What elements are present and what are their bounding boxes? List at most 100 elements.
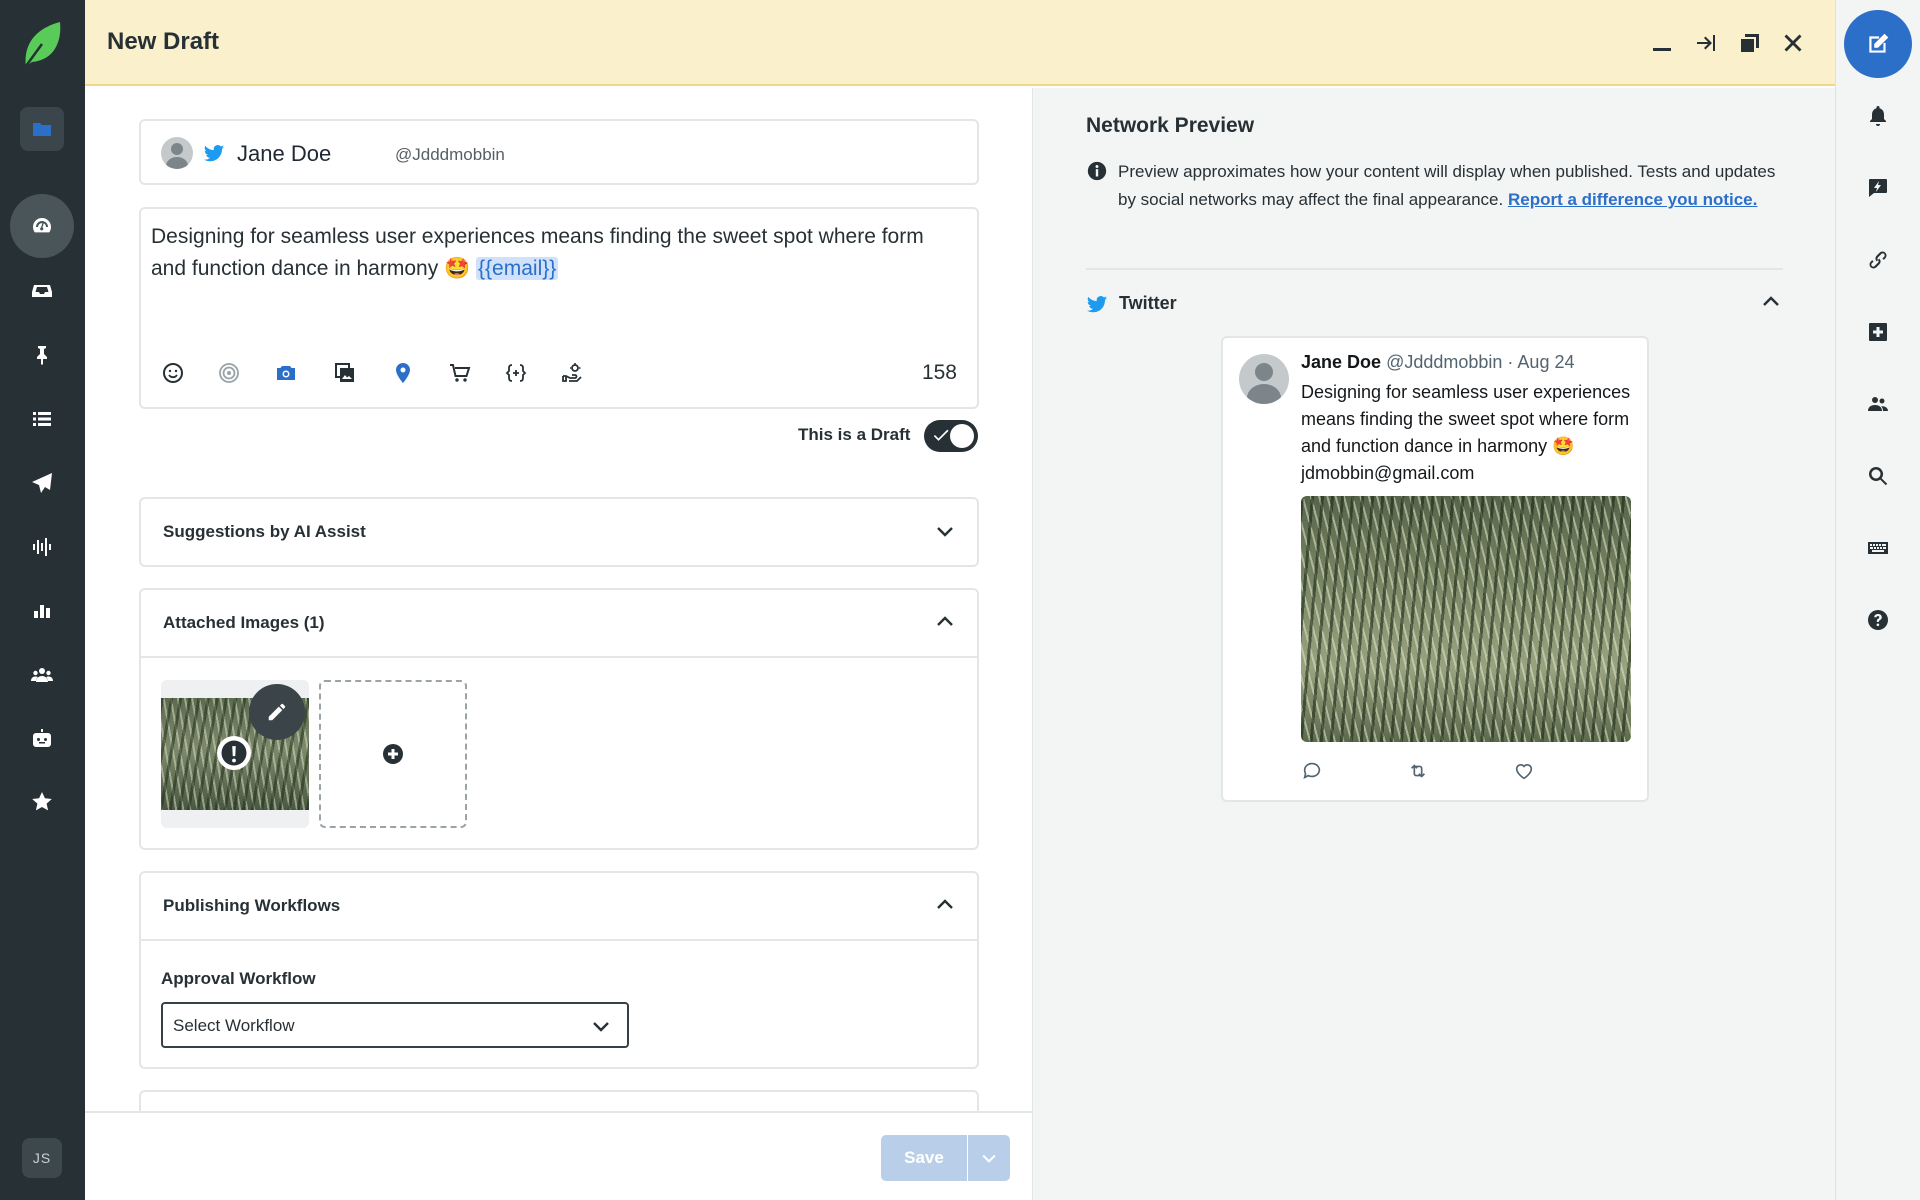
close-icon[interactable] <box>1778 28 1808 58</box>
media-library-icon[interactable] <box>331 359 359 387</box>
pin-icon[interactable] <box>20 333 64 377</box>
listening-icon[interactable] <box>20 525 64 569</box>
toggle-knob <box>950 424 974 448</box>
tweet-image <box>1301 496 1631 742</box>
reply-icon <box>1301 760 1325 784</box>
add-image-button[interactable] <box>319 680 467 828</box>
folder-icon[interactable] <box>20 107 64 151</box>
chevron-up-icon[interactable] <box>1759 290 1783 314</box>
divider <box>141 939 977 941</box>
target-icon[interactable] <box>215 359 243 387</box>
bell-icon[interactable] <box>1862 100 1894 132</box>
tweet-header: Jane Doe @Jdddmobbin · Aug 24 <box>1301 352 1574 373</box>
variable-token[interactable]: {{email}} <box>476 257 559 280</box>
section-title: Attached Images (1) <box>163 613 325 632</box>
pencil-icon <box>268 703 286 721</box>
like-icon <box>1513 760 1537 784</box>
list-icon[interactable] <box>20 397 64 441</box>
tweet-text: Designing for seamless user experiences … <box>1301 382 1631 483</box>
workflow-select[interactable]: Select Workflow <box>161 1002 629 1048</box>
network-name: Twitter <box>1119 293 1177 313</box>
ai-assist-header[interactable]: Suggestions by AI Assist <box>141 499 977 565</box>
send-icon[interactable] <box>20 461 64 505</box>
keyboard-icon[interactable] <box>1862 532 1894 564</box>
cart-icon[interactable] <box>446 359 474 387</box>
draft-editor: Jane Doe @Jdddmobbin Designing for seaml… <box>85 88 1032 1111</box>
chevron-down-icon[interactable] <box>933 519 957 543</box>
team-icon[interactable] <box>1862 388 1894 420</box>
attached-images-header[interactable]: Attached Images (1) <box>141 590 977 656</box>
approval-workflow-label: Approval Workflow <box>161 969 316 988</box>
workflow-select-value: Select Workflow <box>173 1016 295 1035</box>
profile-handle: @Jdddmobbin <box>395 145 505 164</box>
section-title: Suggestions by AI Assist <box>163 522 366 541</box>
bot-icon[interactable] <box>20 717 64 761</box>
utility-rail <box>1835 0 1920 1200</box>
compose-icon <box>1869 33 1889 53</box>
divider <box>1086 268 1783 270</box>
tweet-date: · Aug 24 <box>1507 352 1575 372</box>
check-icon <box>931 425 951 445</box>
inbox-icon[interactable] <box>20 269 64 313</box>
twitter-icon <box>1086 293 1108 315</box>
preview-disclaimer: Preview approximates how your content wi… <box>1118 158 1783 214</box>
attached-image-thumbnail[interactable] <box>161 680 309 828</box>
chevron-down-icon <box>982 1154 996 1163</box>
save-options-button[interactable] <box>968 1135 1010 1181</box>
location-icon[interactable] <box>389 359 417 387</box>
message-editor[interactable]: Designing for seamless user experiences … <box>139 207 979 409</box>
minimize-icon[interactable] <box>1647 28 1677 58</box>
info-icon <box>1086 160 1108 182</box>
plus-icon[interactable] <box>1862 316 1894 348</box>
report-difference-link[interactable]: Report a difference you notice. <box>1508 190 1757 209</box>
tweet-author-name: Jane Doe <box>1301 352 1382 372</box>
dock-right-icon[interactable] <box>1691 28 1721 58</box>
profile-selector[interactable]: Jane Doe @Jdddmobbin <box>139 119 979 185</box>
tweet-author-handle: @Jdddmobbin <box>1386 352 1503 372</box>
emoji-icon[interactable] <box>159 359 187 387</box>
ai-assist-section[interactable]: Suggestions by AI Assist <box>139 497 979 567</box>
compose-button[interactable] <box>1844 10 1912 78</box>
retweet-icon <box>1407 760 1431 784</box>
ai-assist-icon[interactable] <box>558 359 586 387</box>
tweet-avatar <box>1239 354 1289 404</box>
chevron-down-icon <box>589 1014 613 1038</box>
edit-image-button[interactable] <box>249 684 305 740</box>
publishing-workflows-section: Publishing Workflows Approval Workflow S… <box>139 871 979 1069</box>
editor-footer: Save <box>85 1111 1032 1200</box>
preview-title: Network Preview <box>1086 114 1255 137</box>
camera-icon[interactable] <box>272 359 300 387</box>
draft-toggle[interactable] <box>924 420 978 452</box>
draft-toggle-label: This is a Draft <box>798 425 911 444</box>
warning-icon[interactable] <box>217 736 251 770</box>
save-button[interactable]: Save <box>881 1135 967 1181</box>
attached-images-section: Attached Images (1) <box>139 588 979 850</box>
profile-avatar <box>161 137 193 169</box>
popout-icon[interactable] <box>1735 28 1765 58</box>
chevron-up-icon[interactable] <box>933 610 957 634</box>
next-section-card <box>139 1090 979 1111</box>
message-textarea[interactable]: Designing for seamless user experiences … <box>151 221 961 285</box>
feedback-icon[interactable] <box>1862 172 1894 204</box>
people-icon[interactable] <box>20 653 64 697</box>
chevron-up-icon[interactable] <box>933 893 957 917</box>
character-count: 158 <box>921 361 957 384</box>
draft-header: New Draft <box>85 0 1835 86</box>
help-icon[interactable] <box>1862 604 1894 636</box>
tweet-preview: Jane Doe @Jdddmobbin · Aug 24 Designing … <box>1221 336 1649 802</box>
reports-icon[interactable] <box>20 589 64 633</box>
star-icon[interactable] <box>20 780 64 824</box>
page-title: New Draft <box>107 28 220 55</box>
publishing-workflows-header[interactable]: Publishing Workflows <box>141 873 977 939</box>
user-avatar[interactable]: JS <box>22 1138 62 1178</box>
plus-circle-icon <box>383 744 403 764</box>
network-preview-panel: Network Preview Preview approximates how… <box>1032 88 1835 1200</box>
divider <box>141 656 977 658</box>
dashboard-icon[interactable] <box>10 194 74 258</box>
variables-icon[interactable] <box>502 359 530 387</box>
section-title: Publishing Workflows <box>163 896 341 915</box>
search-icon[interactable] <box>1862 460 1894 492</box>
sprout-logo-icon[interactable] <box>20 20 64 68</box>
main-navigation: JS <box>0 0 85 1200</box>
link-icon[interactable] <box>1862 244 1894 276</box>
